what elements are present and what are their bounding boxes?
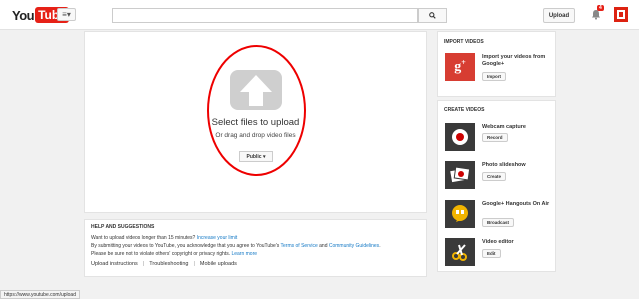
increase-limit-link[interactable]: Increase your limit <box>197 235 238 241</box>
create-button[interactable]: Create <box>482 172 507 181</box>
help-line-3-text: Please be sure not to violate others' co… <box>91 251 232 257</box>
search-input[interactable] <box>112 8 418 23</box>
help-line-2-and: and <box>317 243 329 249</box>
upload-button[interactable]: Upload <box>543 8 575 23</box>
record-button[interactable]: Record <box>482 133 508 142</box>
import-item-title: Import your videos from Google+ <box>482 54 546 67</box>
highlight-circle <box>207 45 306 176</box>
notification-count-badge: 4 <box>597 5 604 11</box>
separator: | <box>193 261 195 267</box>
photo-slideshow-icon[interactable] <box>445 161 475 189</box>
help-title: HELP AND SUGGESTIONS <box>91 224 155 230</box>
broadcast-button[interactable]: Broadcast <box>482 218 515 227</box>
learn-more-link[interactable]: Learn more <box>231 251 257 257</box>
import-button[interactable]: Import <box>482 72 506 81</box>
help-line-3: Please be sure not to violate others' co… <box>91 251 257 257</box>
help-links-row: Upload instructions | Troubleshooting | Mobi… <box>91 261 237 267</box>
create-videos-panel: CREATE VIDEOS Webcam capture Record Phot… <box>437 100 556 272</box>
hangouts-on-air-title: Google+ Hangouts On Air <box>482 201 550 207</box>
photo-slideshow-title: Photo slideshow <box>482 162 526 168</box>
avatar-icon <box>617 10 625 19</box>
help-line-1-text: Want to upload videos longer than 15 min… <box>91 235 197 241</box>
google-plus-icon[interactable]: g+ <box>445 53 475 81</box>
mobile-uploads-link[interactable]: Mobile uploads <box>200 261 237 267</box>
webcam-icon[interactable] <box>445 123 475 151</box>
terms-of-service-link[interactable]: Terms of Service <box>281 243 318 249</box>
troubleshooting-link[interactable]: Troubleshooting <box>149 261 188 267</box>
top-bar: You Tube ≡▾ Upload 4 <box>0 0 639 30</box>
help-line-2-end: . <box>379 243 381 249</box>
separator: | <box>142 261 145 267</box>
hangouts-icon[interactable] <box>445 200 475 228</box>
help-panel: HELP AND SUGGESTIONS Want to upload vide… <box>84 219 427 277</box>
search-icon <box>429 12 436 19</box>
logo-you-text: You <box>12 7 35 23</box>
page-scrollbar[interactable] <box>633 31 639 299</box>
help-line-2: By submitting your videos to YouTube, yo… <box>91 243 381 249</box>
import-videos-panel: IMPORT VIDEOS g+ Import your videos from… <box>437 31 556 97</box>
status-bar-url: https://www.youtube.com/upload <box>0 290 80 299</box>
avatar[interactable] <box>614 7 628 22</box>
import-videos-title: IMPORT VIDEOS <box>444 39 484 45</box>
create-videos-title: CREATE VIDEOS <box>444 107 485 113</box>
help-line-1: Want to upload videos longer than 15 min… <box>91 235 237 241</box>
guide-menu-button[interactable]: ≡▾ <box>57 8 76 21</box>
community-guidelines-link[interactable]: Community Guidelines <box>329 243 379 249</box>
video-editor-title: Video editor <box>482 239 514 245</box>
upload-panel: Select files to upload Or drag and drop … <box>84 31 427 213</box>
search-button[interactable] <box>418 8 447 23</box>
edit-button[interactable]: Edit <box>482 249 501 258</box>
help-line-2-text: By submitting your videos to YouTube, yo… <box>91 243 281 249</box>
video-editor-scissors-icon[interactable] <box>445 238 475 266</box>
upload-instructions-link[interactable]: Upload instructions <box>91 261 138 267</box>
webcam-capture-title: Webcam capture <box>482 124 526 130</box>
